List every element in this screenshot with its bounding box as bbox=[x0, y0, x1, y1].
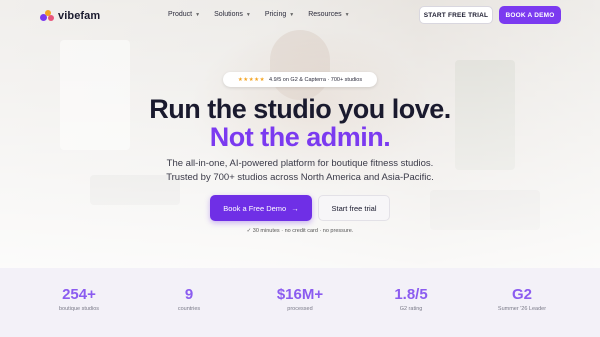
headline-accent: Not the admin. bbox=[209, 122, 391, 152]
stat-value: 254+ bbox=[62, 286, 96, 303]
chevron-down-icon: ▼ bbox=[289, 11, 295, 18]
start-free-trial-secondary-button[interactable]: Start free trial bbox=[318, 195, 390, 221]
rating-badge: ★★★★★ 4.9/5 on G2 & Capterra · 700+ stud… bbox=[223, 72, 377, 87]
start-free-trial-button[interactable]: START FREE TRIAL bbox=[419, 6, 493, 24]
subtitle-line-1: The all-in-one, AI-powered platform for … bbox=[166, 158, 434, 169]
menu-label: Resources bbox=[308, 11, 342, 18]
arrow-right-icon: → bbox=[291, 203, 299, 213]
top-nav: vibefam Product ▼ Solutions ▼ Pricing ▼ … bbox=[0, 0, 600, 30]
check-icon: ✓ bbox=[246, 228, 252, 234]
chevron-down-icon: ▼ bbox=[195, 11, 201, 18]
stat-label: countries bbox=[177, 306, 201, 312]
logo-icon bbox=[40, 9, 55, 22]
rating-text: 4.9/5 on G2 & Capterra · 700+ studios bbox=[269, 76, 363, 83]
reassurance-note: ✓ 30 minutes · no credit card · no press… bbox=[0, 228, 600, 234]
brand-name: vibefam bbox=[58, 9, 101, 22]
stat-value: G2 bbox=[511, 286, 532, 303]
menu-item-solutions[interactable]: Solutions ▼ bbox=[214, 11, 251, 18]
chevron-down-icon: ▼ bbox=[344, 11, 350, 18]
note-text: 30 minutes · no credit card · no pressur… bbox=[252, 228, 354, 234]
stat-value: $16M+ bbox=[276, 286, 324, 303]
menu-item-resources[interactable]: Resources ▼ bbox=[308, 11, 349, 18]
stat-rating: 1.8/5 G2 rating bbox=[356, 286, 466, 312]
cta-label: Book a Free Demo bbox=[223, 203, 287, 213]
book-demo-button[interactable]: BOOK A DEMO bbox=[499, 6, 561, 24]
menu-label: Product bbox=[168, 11, 193, 18]
headline-primary: Run the studio you love. bbox=[149, 94, 451, 124]
main-menu: Product ▼ Solutions ▼ Pricing ▼ Resource… bbox=[168, 11, 350, 18]
stat-label: boutique studios bbox=[58, 306, 100, 312]
subtitle-line-2: Trusted by 700+ studios across North Ame… bbox=[166, 172, 434, 183]
stat-label: processed bbox=[287, 306, 313, 312]
stat-value: 9 bbox=[184, 286, 194, 303]
logo[interactable]: vibefam bbox=[40, 9, 100, 22]
menu-item-pricing[interactable]: Pricing ▼ bbox=[265, 11, 294, 18]
stat-studios: 254+ boutique studios bbox=[24, 286, 134, 312]
stat-countries: 9 countries bbox=[134, 286, 244, 312]
stat-label: G2 rating bbox=[399, 306, 423, 312]
menu-label: Pricing bbox=[264, 11, 287, 18]
stat-processed: $16M+ processed bbox=[245, 286, 355, 312]
menu-item-product[interactable]: Product ▼ bbox=[168, 11, 200, 18]
stat-award: G2 Summer '26 Leader bbox=[467, 286, 577, 312]
chevron-down-icon: ▼ bbox=[245, 11, 251, 18]
menu-label: Solutions bbox=[214, 11, 243, 18]
stat-value: 1.8/5 bbox=[394, 286, 428, 303]
book-free-demo-button[interactable]: Book a Free Demo → bbox=[210, 195, 312, 221]
stat-label: Summer '26 Leader bbox=[497, 306, 547, 312]
star-rating-icon: ★★★★★ bbox=[237, 76, 266, 83]
